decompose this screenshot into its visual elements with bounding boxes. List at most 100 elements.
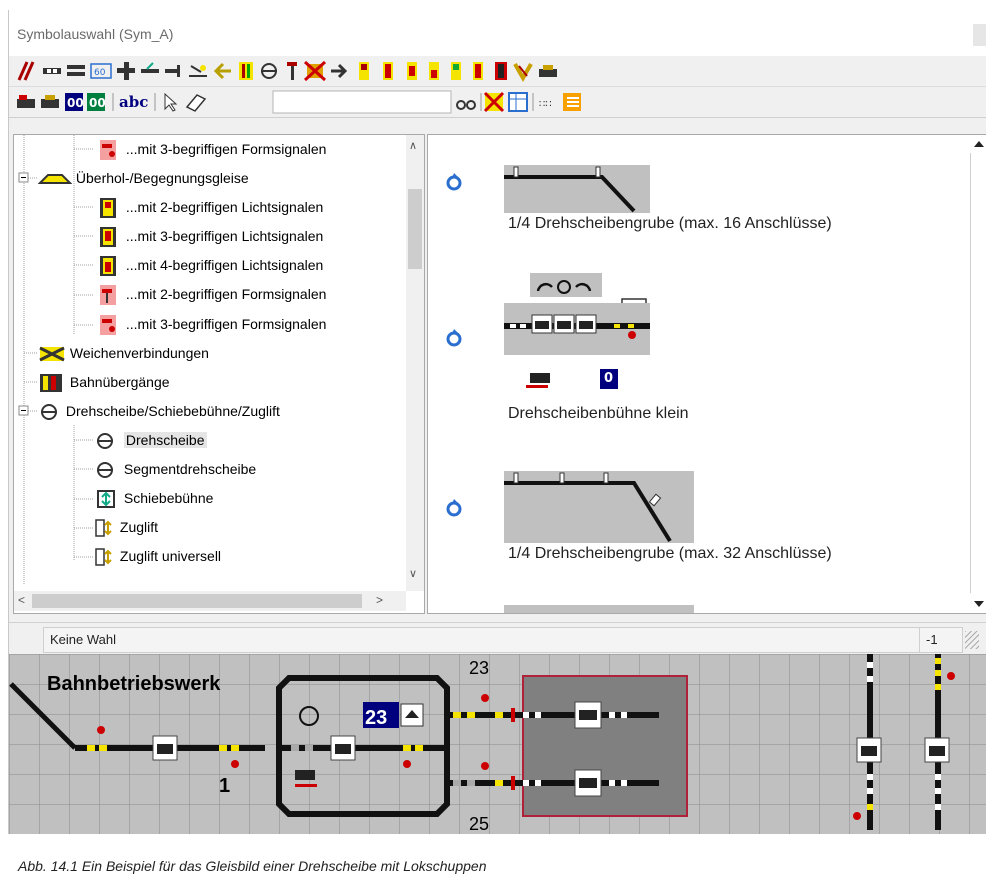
tree-item-label: Überhol-/Begegnungsgleise bbox=[75, 170, 249, 186]
light-signal-icon bbox=[100, 256, 116, 277]
arrow-left-icon[interactable] bbox=[213, 62, 231, 80]
scroll-down-icon[interactable] bbox=[974, 601, 984, 607]
tree-vertical-scrollbar[interactable]: ∧ ∨ bbox=[406, 135, 424, 591]
crossing-sign-icon[interactable] bbox=[513, 63, 533, 83]
platform-counter: 0 bbox=[604, 371, 614, 386]
scroll-up-icon[interactable] bbox=[974, 141, 984, 147]
tree-item-formsignal3-a[interactable]: ...mit 3-begriffigen Formsignalen bbox=[94, 135, 326, 163]
table-icon[interactable] bbox=[508, 92, 528, 112]
resize-grip-icon[interactable] bbox=[965, 631, 979, 649]
scroll-thumb[interactable] bbox=[32, 594, 362, 608]
form-signal-icon bbox=[100, 285, 116, 306]
switch-left-icon[interactable] bbox=[141, 62, 159, 73]
light-signal-8-icon[interactable] bbox=[495, 62, 507, 80]
tree-item-zuglift[interactable]: Zuglift bbox=[94, 513, 158, 541]
light-signal-4-icon[interactable] bbox=[407, 62, 417, 80]
locomotive-icon[interactable] bbox=[17, 95, 35, 108]
tree-item-label: ...mit 3-begriffigen Lichtsignalen bbox=[125, 228, 324, 244]
tree-item-lichtsignal3[interactable]: ...mit 3-begriffigen Lichtsignalen bbox=[94, 222, 323, 250]
tree-item-drehscheibe-group[interactable]: Drehscheibe/Schiebebühne/Zuglift bbox=[38, 397, 280, 425]
tree-item-formsignal3-b[interactable]: ...mit 3-begriffigen Formsignalen bbox=[94, 310, 326, 338]
scroll-thumb[interactable] bbox=[408, 189, 422, 269]
delete-grid-icon[interactable] bbox=[483, 91, 505, 113]
tree-item-lichtsignal2[interactable]: ...mit 2-begriffigen Lichtsignalen bbox=[94, 193, 323, 221]
crossed-out-icon[interactable] bbox=[303, 60, 327, 82]
signal-icon[interactable] bbox=[947, 672, 955, 680]
preview-vertical-scrollbar[interactable] bbox=[970, 135, 986, 613]
scroll-down-icon[interactable]: ∨ bbox=[409, 567, 417, 580]
straight-track-icon[interactable] bbox=[43, 68, 61, 74]
tree-horizontal-scrollbar[interactable]: < > bbox=[14, 591, 406, 611]
transfer-table-icon bbox=[97, 490, 115, 509]
tree-item-segmentdrehscheibe[interactable]: Segmentdrehscheibe bbox=[94, 455, 256, 483]
light-signal-2-icon[interactable] bbox=[359, 62, 369, 80]
signal-icon[interactable] bbox=[403, 760, 411, 768]
scroll-left-icon[interactable]: < bbox=[18, 593, 25, 607]
train-lift-icon bbox=[95, 519, 112, 538]
rails-icon[interactable] bbox=[17, 61, 35, 81]
track-plan-canvas: Bahnbetriebswerk 1 23 23 25 bbox=[9, 654, 986, 834]
60-icon[interactable]: 60 bbox=[90, 63, 112, 79]
track-plan: Bahnbetriebswerk 1 23 23 25 bbox=[9, 654, 986, 834]
tree-item-zuglift-universell[interactable]: Zuglift universell bbox=[94, 542, 221, 570]
text-tool-label[interactable]: abc bbox=[119, 93, 148, 111]
rotate-icon[interactable] bbox=[442, 325, 482, 365]
preview-caption: 1/4 Drehscheibengrube (max. 32 Anschlüss… bbox=[508, 545, 832, 562]
scroll-up-icon[interactable]: ∧ bbox=[409, 139, 417, 152]
tree-item-label: Drehscheibe bbox=[123, 432, 207, 448]
rotate-icon[interactable] bbox=[442, 169, 482, 209]
scroll-right-icon[interactable]: > bbox=[376, 593, 383, 607]
status-bar: Keine Wahl -1 bbox=[9, 622, 986, 655]
direction-arrow-icon[interactable] bbox=[331, 63, 348, 79]
tree-item-bahnuebergaenge[interactable]: Bahnübergänge bbox=[38, 368, 170, 396]
turntable-icon bbox=[97, 433, 113, 450]
list-view-icon[interactable] bbox=[563, 93, 581, 111]
car-icon[interactable] bbox=[539, 65, 557, 77]
track-number-1: 1 bbox=[219, 775, 230, 797]
segment-turntable-icon bbox=[97, 462, 113, 479]
engine-shed[interactable] bbox=[522, 675, 688, 817]
scroll-track[interactable] bbox=[970, 153, 986, 593]
signal-icon[interactable] bbox=[481, 762, 489, 770]
tree-item-label: ...mit 4-begriffigen Lichtsignalen bbox=[125, 257, 324, 273]
signal-icon[interactable] bbox=[481, 694, 489, 702]
search-input[interactable] bbox=[272, 90, 452, 114]
turntable-icon[interactable] bbox=[261, 63, 277, 79]
tree-item-lichtsignal4[interactable]: ...mit 4-begriffigen Lichtsignalen bbox=[94, 251, 323, 279]
signal-yellow-icon[interactable] bbox=[189, 65, 207, 77]
light-signal-5-icon[interactable] bbox=[429, 62, 439, 80]
rotate-icon[interactable] bbox=[442, 495, 482, 535]
crossing-icon[interactable] bbox=[117, 62, 135, 80]
tree-item-ueberholgleise[interactable]: Überhol-/Begegnungsgleise bbox=[37, 164, 249, 192]
eraser-icon[interactable] bbox=[185, 94, 207, 112]
tree-item-label: Segmentdrehscheibe bbox=[123, 461, 257, 477]
counter-2: 00 bbox=[89, 96, 106, 110]
signal-post-icon[interactable] bbox=[287, 62, 297, 80]
tree-item-schiebebuehne[interactable]: Schiebebühne bbox=[94, 484, 213, 512]
light-signal-6-icon[interactable] bbox=[451, 62, 461, 80]
tree-item-drehscheibe[interactable]: Drehscheibe bbox=[94, 426, 207, 454]
tree-item-formsignal2[interactable]: ...mit 2-begriffigen Formsignalen bbox=[94, 280, 326, 308]
light-signal-icon bbox=[100, 198, 116, 219]
turntable-icon bbox=[41, 404, 57, 421]
light-signal-7-icon[interactable] bbox=[473, 62, 483, 80]
pointer-icon[interactable] bbox=[164, 92, 178, 112]
small-icons-view-icon[interactable]: ∷∷ bbox=[539, 99, 552, 110]
track-number-25: 25 bbox=[469, 814, 489, 834]
signal-icon[interactable] bbox=[231, 760, 239, 768]
tree-item-weichenverbindungen[interactable]: Weichenverbindungen bbox=[38, 339, 209, 367]
wagon-icon[interactable] bbox=[41, 95, 59, 108]
locomotive-small-icon bbox=[295, 770, 315, 780]
form-signal-icon bbox=[100, 140, 116, 161]
preview-caption: Drehscheibenbühne klein bbox=[508, 405, 689, 422]
close-button[interactable] bbox=[973, 24, 986, 46]
level-crossing-icon[interactable] bbox=[239, 62, 253, 80]
light-signal-3-icon[interactable] bbox=[383, 62, 393, 80]
signal-icon[interactable] bbox=[97, 726, 105, 734]
train-lift-icon bbox=[95, 548, 112, 567]
binoculars-icon[interactable] bbox=[456, 100, 476, 110]
signal-icon[interactable] bbox=[853, 812, 861, 820]
double-track-icon[interactable] bbox=[67, 65, 85, 76]
crossover-icon bbox=[39, 346, 65, 362]
buffer-stop-icon[interactable] bbox=[165, 65, 180, 77]
